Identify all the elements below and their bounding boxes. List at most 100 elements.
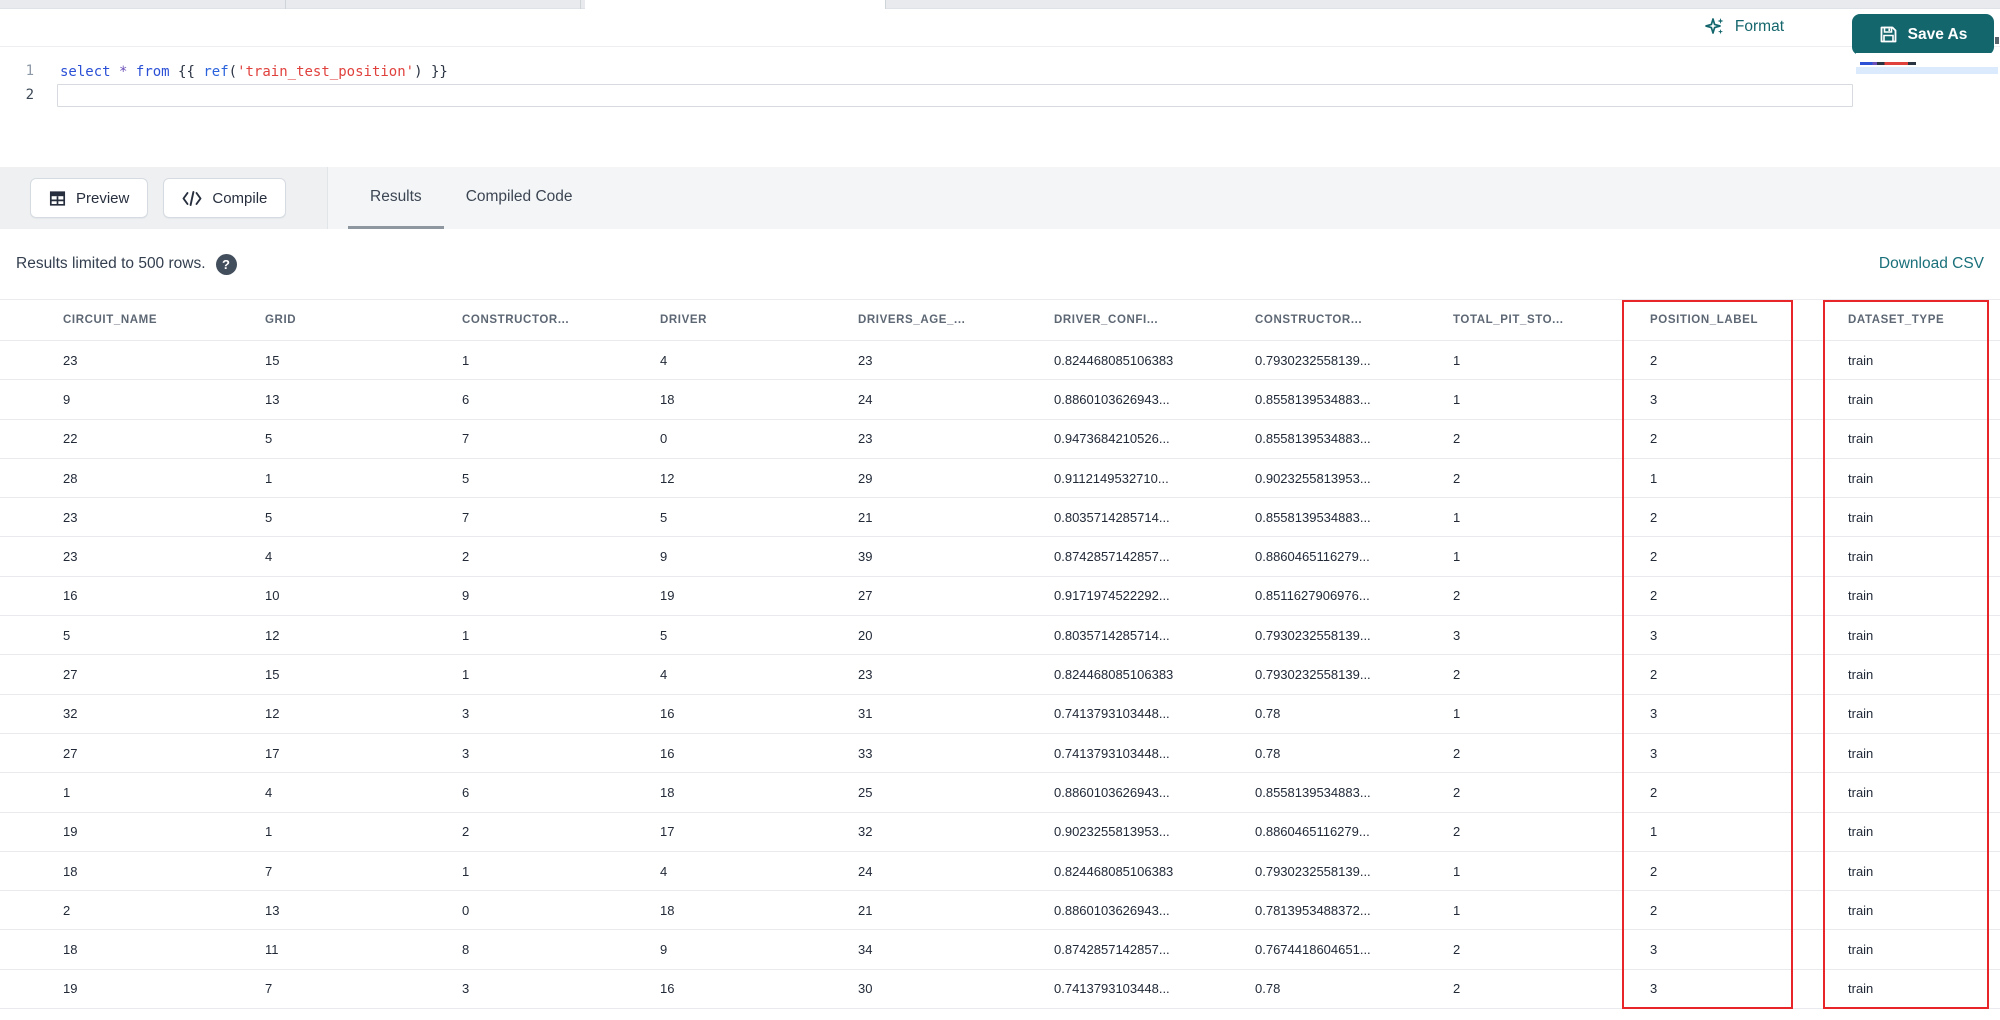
column-header: CIRCUIT_NAME: [63, 314, 158, 326]
table-row: 27 15 1 4 23 0.824468085106383 0.7930232558139…: [0, 655, 2000, 695]
table-cell: 1: [1453, 352, 1461, 368]
table-cell: 2: [462, 824, 470, 840]
editor-scrollbar-thumb[interactable]: [1995, 37, 1999, 44]
help-icon[interactable]: ?: [215, 253, 237, 275]
table-cell: 1: [1453, 549, 1461, 565]
table-cell: 23: [63, 549, 78, 565]
column-header: DATASET_TYPE: [1848, 314, 1945, 326]
compile-button[interactable]: Compile: [163, 178, 287, 218]
table-cell: 7: [265, 981, 273, 997]
table-cell: 13: [265, 902, 280, 918]
table-cell: 17: [660, 824, 675, 840]
table-cell: 17: [265, 745, 280, 761]
active-file-tab[interactable]: [585, 0, 885, 9]
table-cell: 15: [265, 667, 280, 683]
table-cell: 28: [63, 470, 78, 486]
table-cell: 0.8558139534883...: [1255, 431, 1371, 447]
table-cell: train: [1848, 509, 1874, 525]
table-header-row: CIRCUIT_NAME GRID CONSTRUCTOR... DRIVER DRIV…: [0, 300, 2000, 341]
download-csv-link[interactable]: Download CSV: [1879, 255, 1984, 273]
table-cell: train: [1848, 667, 1874, 683]
table-row: 16 10 9 19 27 0.9171974522292... 0.85116279069…: [0, 576, 2000, 617]
table-cell: 34: [858, 942, 873, 958]
table-cell: 9: [63, 391, 71, 407]
table-cell: 0.9023255813953...: [1054, 824, 1170, 840]
table-cell: 0.8035714285714...: [1054, 509, 1170, 525]
format-button[interactable]: Format: [1704, 16, 1784, 38]
table-cell: train: [1848, 352, 1874, 368]
table-cell: 2: [1650, 588, 1658, 604]
table-cell: 7: [265, 863, 273, 879]
sparkles-icon: [1704, 16, 1726, 38]
table-cell: 3: [462, 706, 470, 722]
sql-editor-panel[interactable]: Format Save As 1 2 select * from {{ ref(…: [0, 9, 2000, 167]
table-row: 22 5 7 0 23 0.9473684210526... 0.8558139534883…: [0, 419, 2000, 459]
table-cell: 9: [462, 588, 470, 604]
table-cell: 9: [660, 942, 668, 958]
table-cell: 24: [858, 391, 873, 407]
column-header: GRID: [265, 314, 297, 326]
table-cell: 1: [1453, 391, 1461, 407]
table-row: 19 1 2 17 32 0.9023255813953... 0.886046511627…: [0, 812, 2000, 852]
table-row: 5 12 1 5 20 0.8035714285714... 0.7930232558139…: [0, 616, 2000, 656]
table-cell: 5: [462, 470, 470, 486]
table-cell: 2: [1650, 863, 1658, 879]
table-row: 19 7 3 16 30 0.7413793103448... 0.78 2 3 train: [0, 969, 2000, 1010]
editor-toolbar: [0, 9, 2000, 47]
table-row: 23 4 2 9 39 0.8742857142857... 0.8860465116279…: [0, 537, 2000, 577]
preview-button[interactable]: Preview: [30, 178, 149, 218]
action-bar: Preview Compile Results Compiled Code: [0, 167, 2000, 229]
table-cell: 23: [858, 352, 873, 368]
tab-results[interactable]: Results: [348, 167, 444, 229]
table-cell: 2: [1453, 588, 1461, 604]
table-cell: 16: [660, 706, 675, 722]
table-cell: 7: [462, 509, 470, 525]
table-cell: 0.8558139534883...: [1255, 784, 1371, 800]
code-icon: [182, 190, 202, 206]
table-cell: train: [1848, 431, 1874, 447]
compile-label: Compile: [212, 189, 268, 207]
table-grid-icon: [49, 190, 66, 207]
table-cell: 2: [1453, 981, 1461, 997]
table-cell: 0.78: [1255, 981, 1281, 997]
save-icon: [1879, 25, 1898, 44]
file-tab-divider: [285, 0, 286, 9]
table-cell: 3: [1650, 942, 1658, 958]
table-cell: 23: [858, 431, 873, 447]
table-cell: 0.8035714285714...: [1054, 627, 1170, 643]
table-row: 1 4 6 18 25 0.8860103626943... 0.8558139534883…: [0, 773, 2000, 813]
table-cell: 23: [63, 509, 78, 525]
table-cell: 2: [1453, 942, 1461, 958]
table-cell: 0.7930232558139...: [1255, 667, 1371, 683]
table-cell: train: [1848, 549, 1874, 565]
code-line-1-content[interactable]: select * from {{ ref('train_test_positio…: [60, 61, 448, 83]
minimap-code-line: [1860, 62, 1916, 65]
table-cell: 0.8860103626943...: [1054, 784, 1170, 800]
table-cell: 2: [1453, 667, 1461, 683]
table-cell: 39: [858, 549, 873, 565]
table-cell: 2: [1453, 431, 1461, 447]
save-as-button[interactable]: Save As: [1852, 14, 1994, 55]
table-cell: train: [1848, 981, 1874, 997]
table-cell: 0.8558139534883...: [1255, 509, 1371, 525]
table-cell: 1: [265, 470, 273, 486]
table-cell: train: [1848, 824, 1874, 840]
cursor-line-box[interactable]: [57, 84, 1853, 107]
table-cell: 12: [265, 627, 280, 643]
table-cell: 10: [265, 588, 280, 604]
table-cell: 8: [462, 942, 470, 958]
column-header: DRIVERS_AGE_...: [858, 314, 966, 326]
table-cell: 1: [63, 784, 71, 800]
tab-compiled-code[interactable]: Compiled Code: [444, 167, 595, 229]
table-cell: 0.7413793103448...: [1054, 706, 1170, 722]
table-cell: 3: [1650, 391, 1658, 407]
table-cell: 6: [462, 784, 470, 800]
table-cell: 4: [660, 667, 668, 683]
table-cell: 5: [63, 627, 71, 643]
table-cell: 27: [858, 588, 873, 604]
table-cell: train: [1848, 470, 1874, 486]
table-cell: 29: [858, 470, 873, 486]
table-cell: 5: [660, 627, 668, 643]
line-number-2: 2: [25, 87, 34, 103]
editor-minimap[interactable]: [1856, 53, 1998, 121]
